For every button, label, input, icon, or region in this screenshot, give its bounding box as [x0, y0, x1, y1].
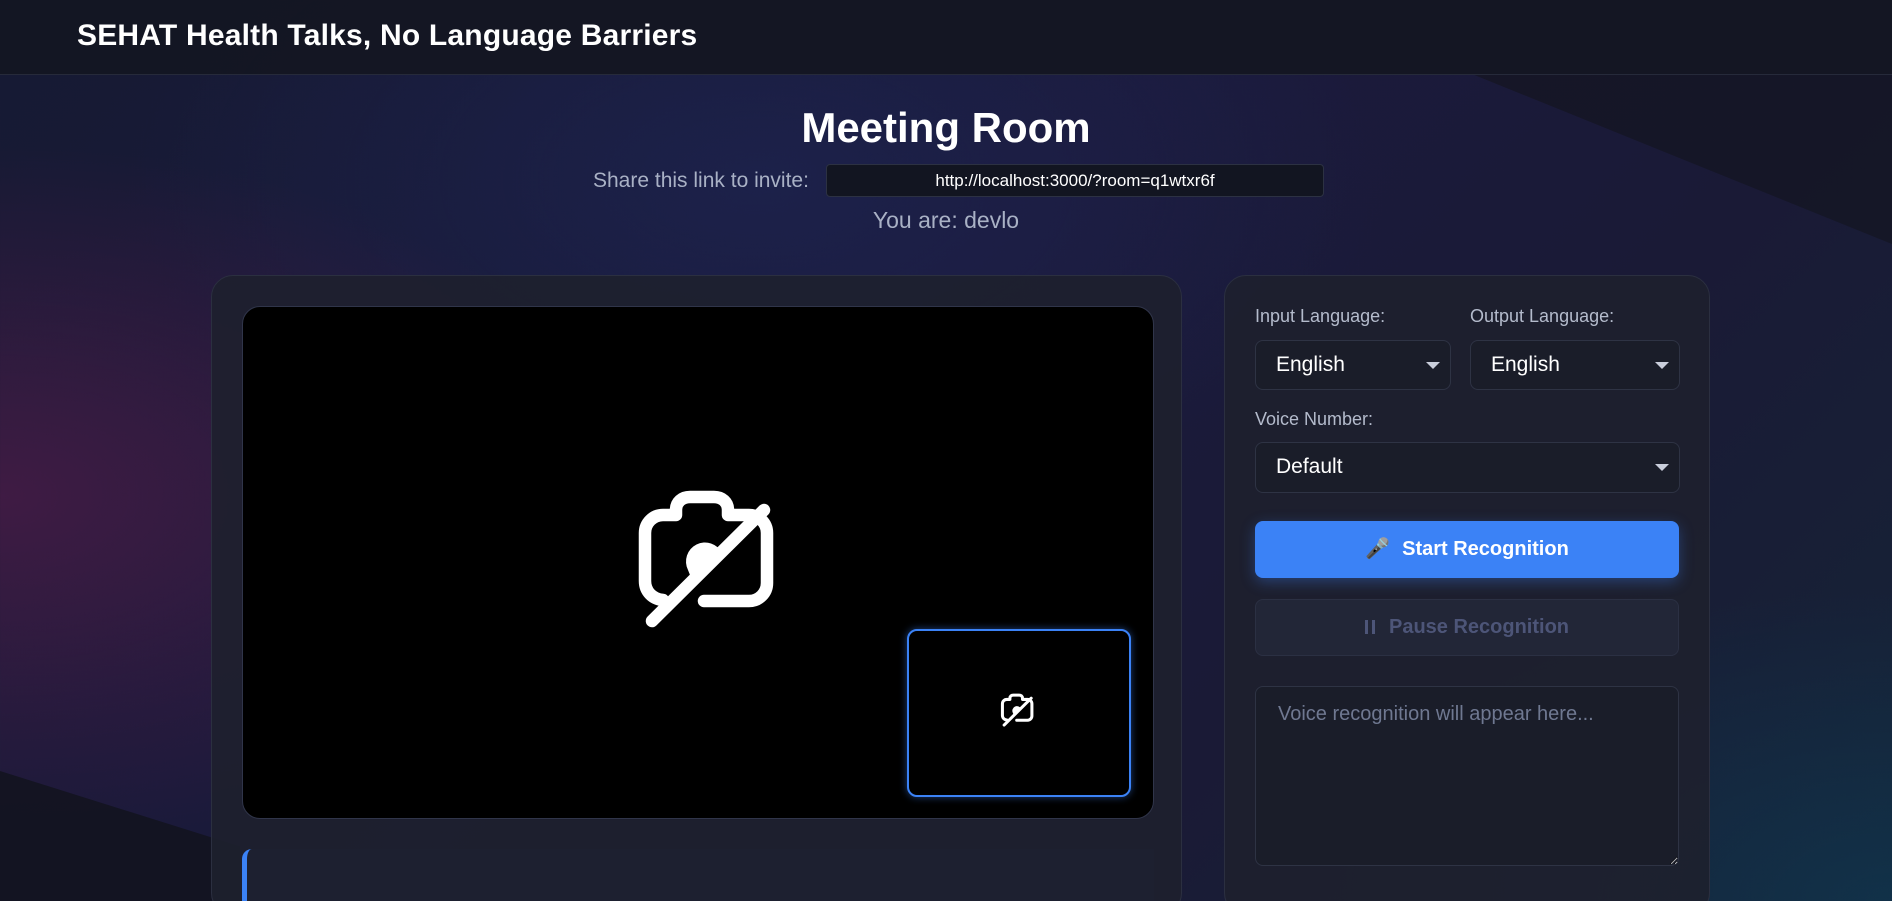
pause-recognition-button[interactable]: Pause Recognition: [1255, 599, 1679, 656]
input-language-select[interactable]: English: [1255, 340, 1451, 390]
local-video-preview: [907, 629, 1131, 797]
voice-number-value: Default: [1276, 455, 1343, 478]
transcript-card: [242, 849, 1154, 901]
microphone-icon: 🎤: [1365, 538, 1391, 560]
voice-number-label: Voice Number:: [1255, 409, 1374, 429]
camera-off-icon: [1000, 693, 1034, 727]
pause-icon: [1364, 620, 1375, 634]
input-language-value: English: [1276, 353, 1345, 376]
output-language-select[interactable]: English: [1470, 340, 1680, 390]
pause-recognition-label: Pause Recognition: [1388, 616, 1570, 638]
chevron-down-icon: [1655, 464, 1669, 471]
start-recognition-label: Start Recognition: [1402, 538, 1569, 560]
top-bar: SEHAT Health Talks, No Language Barriers: [0, 0, 1892, 75]
chevron-down-icon: [1426, 362, 1440, 369]
page-title: Meeting Room: [801, 104, 1091, 151]
share-link-input[interactable]: [826, 164, 1324, 197]
start-recognition-button[interactable]: 🎤 Start Recognition: [1255, 521, 1679, 578]
camera-off-icon: [638, 490, 774, 628]
app-title: SEHAT Health Talks, No Language Barriers: [77, 19, 698, 52]
input-language-label: Input Language:: [1255, 306, 1386, 326]
current-user-label: You are: devlo: [872, 207, 1020, 233]
recognition-output[interactable]: [1255, 686, 1679, 866]
controls-panel: Input Language: Output Language: English…: [1224, 275, 1710, 901]
voice-number-select[interactable]: Default: [1255, 442, 1680, 493]
output-language-value: English: [1491, 353, 1560, 376]
output-language-label: Output Language:: [1470, 306, 1615, 326]
chevron-down-icon: [1655, 362, 1669, 369]
background-shape-bottom-left: [0, 771, 240, 901]
share-link-label: Share this link to invite:: [593, 169, 809, 192]
video-panel: [211, 275, 1182, 901]
